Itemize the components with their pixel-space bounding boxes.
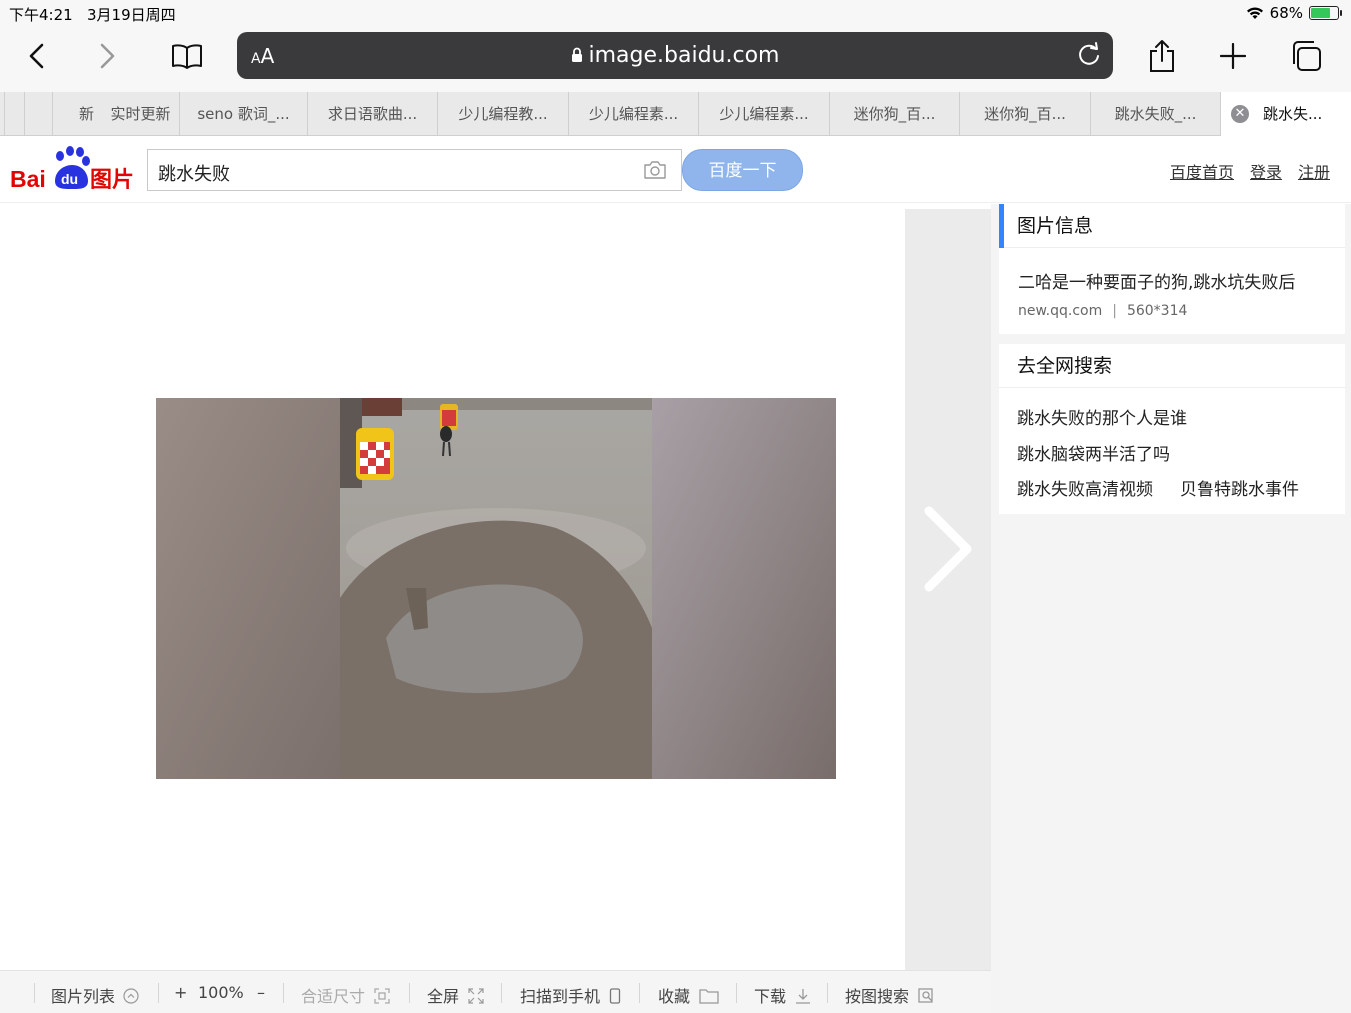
- svg-text:Bai: Bai: [10, 166, 46, 189]
- battery-fill: [1311, 8, 1331, 18]
- close-tab-icon[interactable]: ✕: [1231, 105, 1249, 123]
- svg-text:图片: 图片: [90, 168, 134, 189]
- zoom-level: 100%: [198, 983, 244, 1002]
- related-link[interactable]: 跳水脑袋两半活了吗: [1017, 440, 1170, 465]
- download-button[interactable]: 下载: [754, 983, 811, 1007]
- share-button[interactable]: [1137, 34, 1187, 78]
- divider: [639, 983, 640, 1003]
- related-link[interactable]: 跳水失败高清视频: [1017, 475, 1153, 500]
- search-button[interactable]: 百度一下: [682, 149, 803, 191]
- status-bar: 下午4:21 3月19日周四 68%: [0, 0, 1351, 26]
- login-link[interactable]: 登录: [1250, 159, 1282, 183]
- tabs-overview-icon: [1293, 41, 1321, 71]
- image-search-icon: [918, 988, 933, 1003]
- tab-active[interactable]: ✕ 跳水失...: [1220, 92, 1351, 136]
- tab-bar: 新 实时更新 seno 歌词_... 求日语歌曲... 少儿编程教... 少儿编…: [0, 92, 1351, 136]
- bookmarks-button[interactable]: [162, 34, 212, 78]
- baidu-image-logo[interactable]: Bai du 图片: [10, 143, 140, 189]
- share-icon: [1150, 40, 1174, 72]
- zoom-in-button[interactable]: +: [174, 983, 187, 1002]
- fullscreen-icon: [468, 988, 484, 1004]
- image-info-card: 图片信息 二哈是一种要面子的狗,跳水坑失败后 new.qq.com | 560*31…: [999, 204, 1345, 334]
- forward-button[interactable]: [82, 34, 132, 78]
- image-source[interactable]: new.qq.com: [1018, 303, 1102, 319]
- reload-button[interactable]: [1075, 40, 1103, 72]
- new-tab-icon: [1220, 43, 1246, 69]
- viewer-bottom-bar: 图片列表 + 100% – 合适尺寸 全屏 扫描到手机 收藏 下载 按图搜索: [0, 970, 991, 1013]
- bookmarks-icon: [172, 44, 202, 69]
- browser-toolbar: AA image.baidu.com: [0, 26, 1351, 92]
- url-host[interactable]: image.baidu.com: [237, 43, 1113, 68]
- chevron-up-circle-icon: [123, 988, 139, 1004]
- divider: [283, 983, 284, 1003]
- address-bar[interactable]: AA image.baidu.com: [237, 32, 1113, 79]
- image-info-title: 图片信息: [999, 204, 1345, 248]
- preview-image[interactable]: [156, 398, 836, 779]
- related-search-card: 去全网搜索 跳水失败的那个人是谁 跳水脑袋两半活了吗 跳水失败高清视频 贝鲁特跳…: [999, 344, 1345, 514]
- battery-icon: [1309, 6, 1342, 20]
- tab-item[interactable]: 迷你狗_百...: [829, 92, 959, 136]
- tab-item[interactable]: 实时更新: [102, 92, 179, 136]
- related-link[interactable]: 跳水失败的那个人是谁: [1017, 404, 1187, 429]
- tab-stack[interactable]: [24, 92, 52, 136]
- related-search-title: 去全网搜索: [999, 344, 1345, 388]
- collect-button[interactable]: 收藏: [658, 983, 719, 1007]
- status-time: 下午4:21 3月19日周四: [9, 6, 176, 24]
- tab-item[interactable]: 少儿编程素...: [568, 92, 698, 136]
- next-image-pane[interactable]: [905, 209, 991, 970]
- battery-percent: 68%: [1269, 4, 1303, 22]
- tab-item[interactable]: 新: [52, 92, 102, 136]
- image-meta: new.qq.com | 560*314: [999, 293, 1345, 319]
- folder-icon: [699, 989, 719, 1004]
- lock-icon: [571, 47, 582, 62]
- fit-size-button[interactable]: 合适尺寸: [301, 983, 390, 1007]
- register-link[interactable]: 注册: [1298, 159, 1330, 183]
- tab-item[interactable]: 求日语歌曲...: [307, 92, 437, 136]
- search-input[interactable]: 跳水失败: [147, 149, 682, 191]
- fit-size-icon: [374, 988, 390, 1004]
- reload-icon: [1079, 42, 1099, 65]
- image-list-button[interactable]: 图片列表: [51, 983, 139, 1007]
- baidu-header: Bai du 图片 跳水失败 百度一下 百度首页 登录 注册: [0, 137, 1351, 203]
- svg-text:du: du: [61, 171, 78, 187]
- tabs-overview-button[interactable]: [1281, 34, 1331, 78]
- tab-item[interactable]: 少儿编程教...: [437, 92, 568, 136]
- tab-stack[interactable]: [4, 92, 24, 136]
- divider: [158, 983, 159, 1003]
- divider: [34, 983, 35, 1003]
- baidu-home-link[interactable]: 百度首页: [1170, 159, 1234, 183]
- back-icon: [29, 43, 44, 69]
- tab-item[interactable]: 迷你狗_百...: [959, 92, 1090, 136]
- meta-separator: |: [1112, 303, 1117, 319]
- phone-icon: [609, 988, 621, 1004]
- image-size: 560*314: [1126, 303, 1188, 319]
- status-date: 3月19日周四: [87, 6, 176, 24]
- image-side-panel: 图片信息 二哈是一种要面子的狗,跳水坑失败后 new.qq.com | 560*31…: [991, 204, 1351, 1013]
- image-description[interactable]: 二哈是一种要面子的狗,跳水坑失败后: [999, 248, 1345, 293]
- divider: [501, 983, 502, 1003]
- fullscreen-button[interactable]: 全屏: [427, 983, 484, 1007]
- scan-to-phone-button[interactable]: 扫描到手机: [520, 983, 621, 1007]
- download-icon: [796, 989, 811, 1004]
- divider: [827, 983, 828, 1003]
- search-by-image-button[interactable]: 按图搜索: [845, 983, 936, 1007]
- search-query: 跳水失败: [158, 164, 230, 185]
- dog-puddle-photo: [156, 398, 836, 779]
- zoom-out-button[interactable]: –: [257, 983, 265, 1002]
- divider: [736, 983, 737, 1003]
- wifi-icon: [1246, 7, 1263, 19]
- tab-item[interactable]: 少儿编程素...: [698, 92, 829, 136]
- related-link[interactable]: 贝鲁特跳水事件: [1180, 475, 1299, 500]
- chevron-right-icon: [924, 506, 972, 592]
- url-host-text: image.baidu.com: [588, 43, 780, 68]
- camera-icon[interactable]: [643, 160, 667, 180]
- divider: [409, 983, 410, 1003]
- tab-item[interactable]: seno 歌词_...: [179, 92, 307, 136]
- tab-item[interactable]: 跳水失败_...: [1090, 92, 1220, 136]
- new-tab-button[interactable]: [1208, 34, 1258, 78]
- back-button[interactable]: [12, 34, 62, 78]
- forward-icon: [100, 43, 115, 69]
